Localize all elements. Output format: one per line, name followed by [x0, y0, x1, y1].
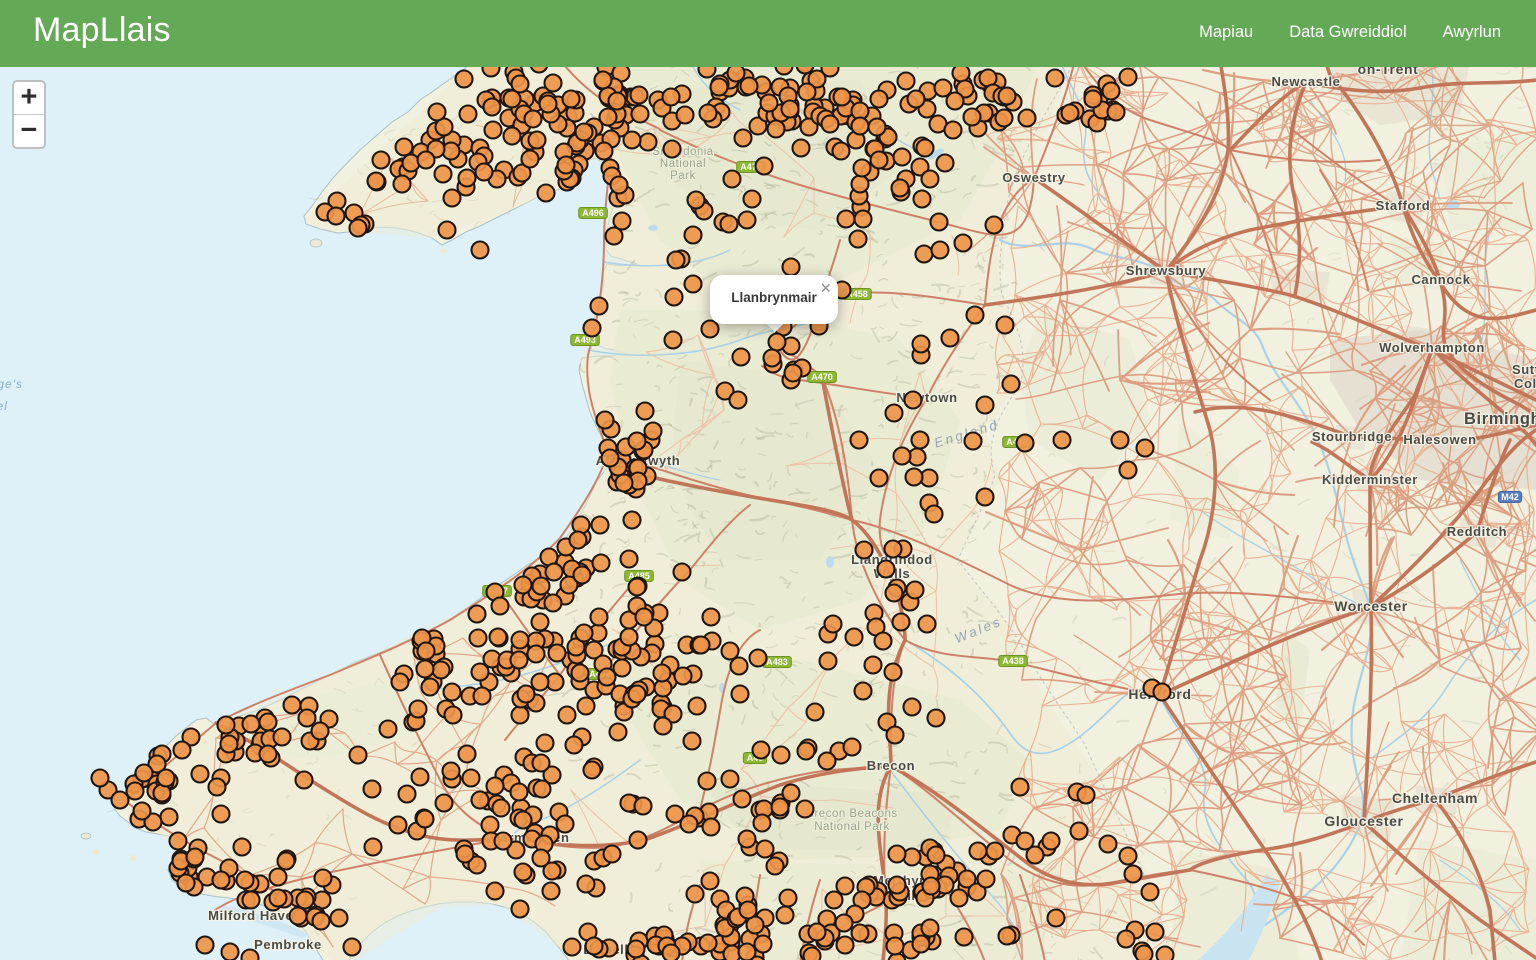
svg-text:Channel: Channel	[0, 399, 8, 413]
svg-text:A496: A496	[582, 208, 604, 218]
svg-text:Birmingham: Birmingham	[1464, 410, 1536, 428]
svg-text:Redditch: Redditch	[1447, 524, 1507, 539]
svg-text:Park: Park	[670, 170, 696, 182]
svg-text:Milford Haven: Milford Haven	[208, 908, 302, 923]
svg-text:Snowdonia: Snowdonia	[652, 146, 714, 158]
svg-text:Brecon: Brecon	[867, 758, 915, 773]
svg-text:Cheltenham: Cheltenham	[1392, 790, 1478, 806]
svg-text:National Park: National Park	[814, 821, 890, 833]
svg-text:Gloucester: Gloucester	[1324, 813, 1403, 829]
svg-text:Pembroke: Pembroke	[254, 937, 322, 952]
svg-text:Newcastle: Newcastle	[1272, 74, 1341, 89]
svg-text:Worcester: Worcester	[1334, 598, 1408, 614]
svg-text:Halesowen: Halesowen	[1403, 432, 1476, 447]
svg-text:Cannock: Cannock	[1411, 272, 1470, 287]
svg-text:Wolverhampton: Wolverhampton	[1379, 340, 1485, 355]
svg-text:Stourbridge: Stourbridge	[1312, 429, 1392, 444]
svg-text:A470: A470	[811, 372, 833, 382]
svg-text:Kidderminster: Kidderminster	[1322, 472, 1418, 487]
svg-text:Coldfield: Coldfield	[1514, 376, 1536, 391]
svg-text:St George's: St George's	[0, 377, 23, 391]
svg-text:M42: M42	[1501, 492, 1519, 502]
svg-text:Stafford: Stafford	[1376, 198, 1431, 213]
svg-text:Brecon Beacons: Brecon Beacons	[806, 808, 897, 820]
svg-text:National: National	[660, 158, 706, 170]
svg-text:Sutton: Sutton	[1512, 362, 1536, 377]
svg-text:Oswestry: Oswestry	[1002, 170, 1066, 185]
svg-text:Shrewsbury: Shrewsbury	[1126, 263, 1207, 278]
svg-text:A438: A438	[1002, 656, 1024, 666]
svg-text:A483: A483	[766, 657, 788, 667]
